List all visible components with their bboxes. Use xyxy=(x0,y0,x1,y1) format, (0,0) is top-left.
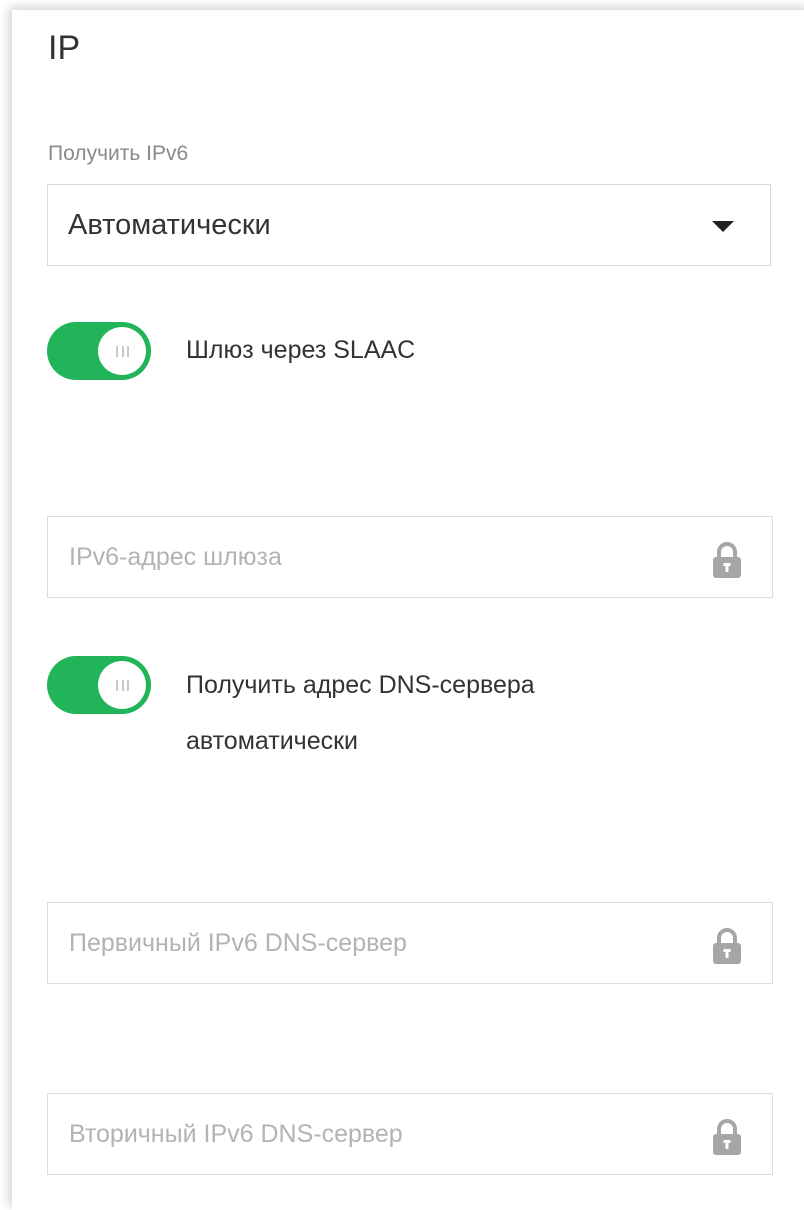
dns-auto-toggle-label-line1: Получить адрес DNS-сервера xyxy=(186,671,535,699)
lock-icon xyxy=(713,542,741,578)
dns-auto-toggle-label-line2: автоматически xyxy=(186,727,358,755)
grip-icon xyxy=(116,680,129,691)
primary-dns-input[interactable]: Первичный IPv6 DNS-сервер xyxy=(47,902,773,984)
lock-icon xyxy=(713,1119,741,1155)
caret-down-icon xyxy=(712,221,734,232)
slaac-toggle-label: Шлюз через SLAAC xyxy=(186,336,416,364)
ipv6-mode-select[interactable]: Автоматически xyxy=(47,184,771,266)
gateway-address-placeholder: IPv6-адрес шлюза xyxy=(69,543,282,571)
grip-icon xyxy=(116,346,129,357)
secondary-dns-input[interactable]: Вторичный IPv6 DNS-сервер xyxy=(47,1093,773,1175)
gateway-address-input[interactable]: IPv6-адрес шлюза xyxy=(47,516,773,598)
secondary-dns-placeholder: Вторичный IPv6 DNS-сервер xyxy=(69,1120,403,1148)
slaac-toggle[interactable] xyxy=(47,322,151,380)
toggle-knob xyxy=(98,327,146,375)
lock-icon xyxy=(713,928,741,964)
toggle-knob xyxy=(98,661,146,709)
primary-dns-placeholder: Первичный IPv6 DNS-сервер xyxy=(69,929,407,957)
ipv6-mode-selected-value: Автоматически xyxy=(68,209,271,241)
ipv6-mode-label: Получить IPv6 xyxy=(48,142,189,165)
section-title: IP xyxy=(48,29,81,67)
dns-auto-toggle[interactable] xyxy=(47,656,151,714)
